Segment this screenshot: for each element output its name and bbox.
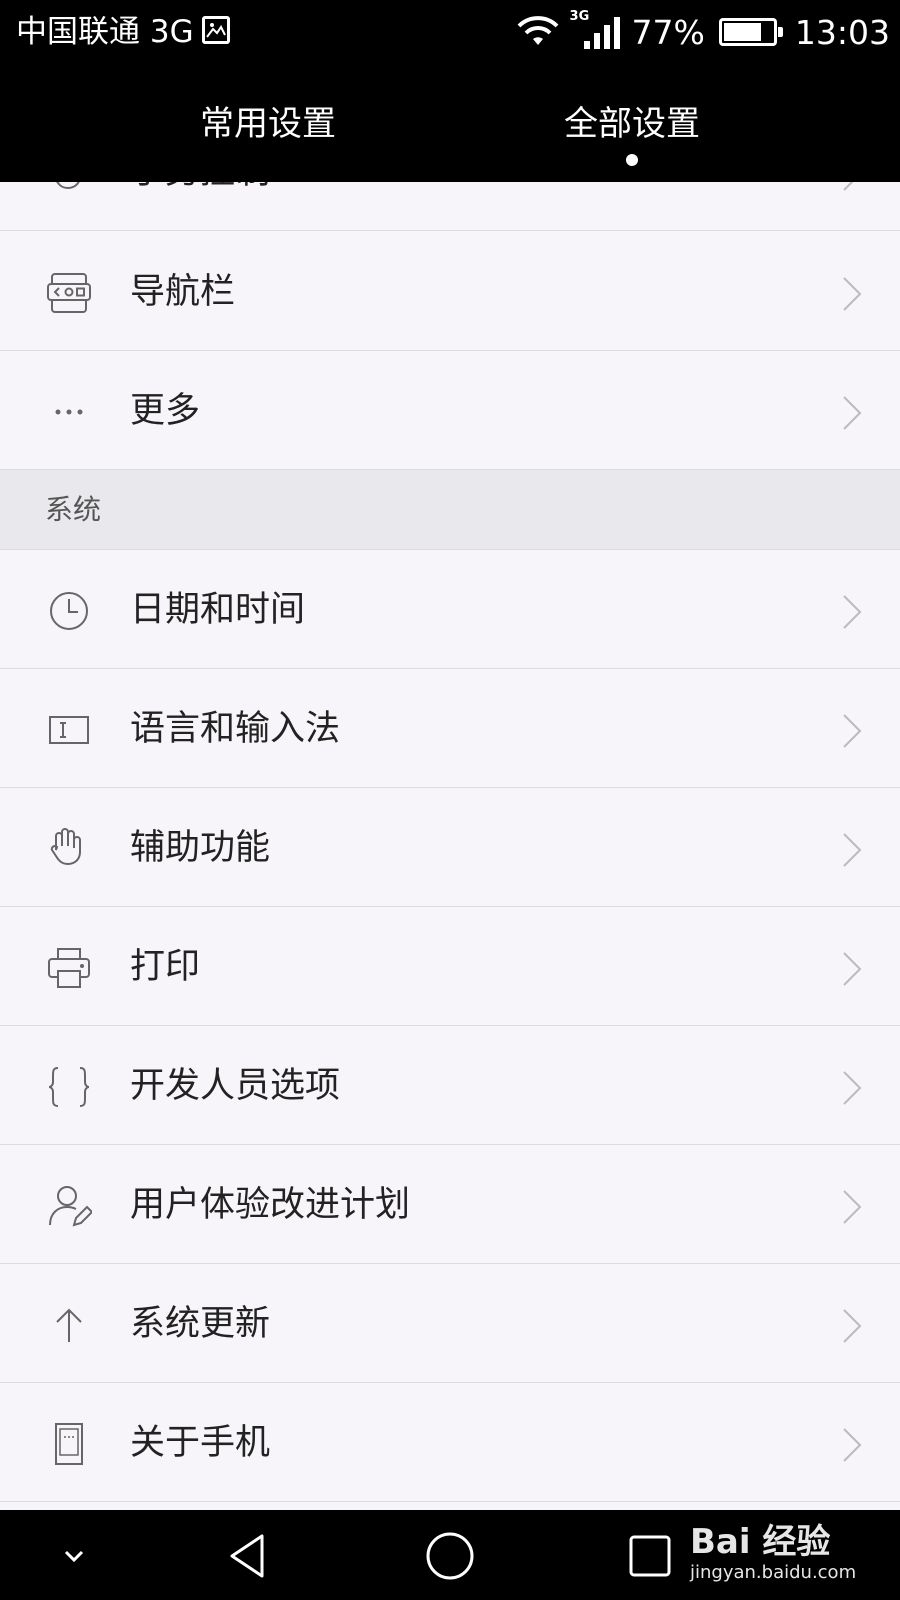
hand-icon — [50, 828, 81, 866]
more-dots-icon — [55, 409, 83, 415]
back-button[interactable] — [222, 1528, 278, 1584]
watermark-logo-text: Bai 经验 — [690, 1522, 831, 1562]
chevron-down-icon[interactable] — [46, 1528, 102, 1584]
chevron-right-icon — [843, 182, 854, 191]
chevron-right-icon — [843, 952, 862, 986]
chevron-right-icon — [843, 1309, 862, 1343]
settings-item-language-input[interactable]: 语言和输入法 — [0, 669, 900, 788]
phone-icon — [55, 1423, 83, 1465]
settings-item-label: 用户体验改进计划 — [130, 1185, 411, 1225]
clock-time: 13:03 — [794, 12, 890, 52]
settings-item-developer-options[interactable]: 开发人员选项 — [0, 1026, 900, 1145]
tab-common-settings[interactable]: 常用设置 — [138, 102, 398, 146]
battery-icon — [718, 18, 783, 46]
settings-item-label: 手势控制 — [130, 182, 270, 194]
settings-item-label: 日期和时间 — [130, 590, 306, 630]
section-header-system: 系统 — [0, 470, 900, 550]
arrow-up-icon — [56, 1308, 82, 1342]
navigation-bar-icon — [47, 273, 91, 313]
active-tab-indicator — [626, 154, 638, 166]
tab-bar: 常用设置 全部设置 — [0, 64, 900, 182]
settings-item-about-phone[interactable]: 关于手机 — [0, 1383, 900, 1502]
chevron-right-icon — [843, 714, 862, 748]
watermark-url: jingyan.baidu.com — [690, 1562, 857, 1583]
status-right: 3G 77% 13:03 — [516, 9, 890, 52]
navigation-bar: Bai 经验 jingyan.baidu.com — [0, 1510, 900, 1600]
settings-item-date-time[interactable]: 日期和时间 — [0, 550, 900, 669]
clock-icon — [50, 592, 88, 630]
battery-fill — [723, 23, 761, 41]
carrier-name: 中国联通 3G — [16, 14, 194, 50]
settings-item-label: 更多 — [130, 391, 201, 431]
settings-item-gesture-control[interactable]: 手势控制 — [0, 182, 900, 231]
wifi-icon — [517, 16, 558, 45]
image-notification-icon — [202, 16, 230, 44]
recent-apps-button[interactable] — [622, 1528, 678, 1584]
chevron-right-icon — [843, 595, 862, 629]
chevron-right-icon — [843, 396, 862, 430]
keyboard-icon — [49, 716, 89, 744]
battery-percent: 77% — [631, 12, 705, 52]
status-bar: 中国联通 3G 3G 77% 13:03 — [0, 0, 900, 64]
settings-item-system-update[interactable]: 系统更新 — [0, 1264, 900, 1383]
section-title: 系统 — [45, 493, 102, 526]
settings-item-label: 辅助功能 — [130, 828, 271, 868]
home-button[interactable] — [422, 1528, 478, 1584]
settings-item-navigation-bar[interactable]: 导航栏 — [0, 232, 900, 351]
hand-icon — [56, 182, 80, 190]
cell-signal-icon: 3G — [570, 9, 622, 51]
settings-item-label: 打印 — [130, 947, 201, 987]
chevron-right-icon — [843, 277, 862, 311]
settings-item-label: 开发人员选项 — [130, 1066, 341, 1106]
chevron-right-icon — [843, 833, 862, 867]
user-edit-icon — [49, 1186, 92, 1227]
settings-item-label: 导航栏 — [130, 272, 236, 312]
baidu-watermark: Bai 经验 jingyan.baidu.com — [690, 1522, 856, 1584]
chevron-right-icon — [843, 1190, 862, 1224]
settings-item-print[interactable]: 打印 — [0, 907, 900, 1026]
settings-list: 手势控制 导航栏 更多 系统 日期和时间 — [0, 182, 900, 1510]
settings-item-user-experience-program[interactable]: 用户体验改进计划 — [0, 1145, 900, 1264]
settings-item-label: 关于手机 — [130, 1423, 271, 1463]
settings-item-more[interactable]: 更多 — [0, 351, 900, 470]
settings-item-label: 系统更新 — [130, 1304, 271, 1344]
tab-all-settings[interactable]: 全部设置 — [502, 102, 762, 146]
chevron-right-icon — [843, 1428, 862, 1462]
settings-item-accessibility[interactable]: 辅助功能 — [0, 788, 900, 907]
printer-icon — [48, 948, 90, 988]
braces-icon — [48, 1067, 90, 1107]
settings-item-label: 语言和输入法 — [130, 709, 341, 749]
chevron-right-icon — [843, 1071, 862, 1105]
